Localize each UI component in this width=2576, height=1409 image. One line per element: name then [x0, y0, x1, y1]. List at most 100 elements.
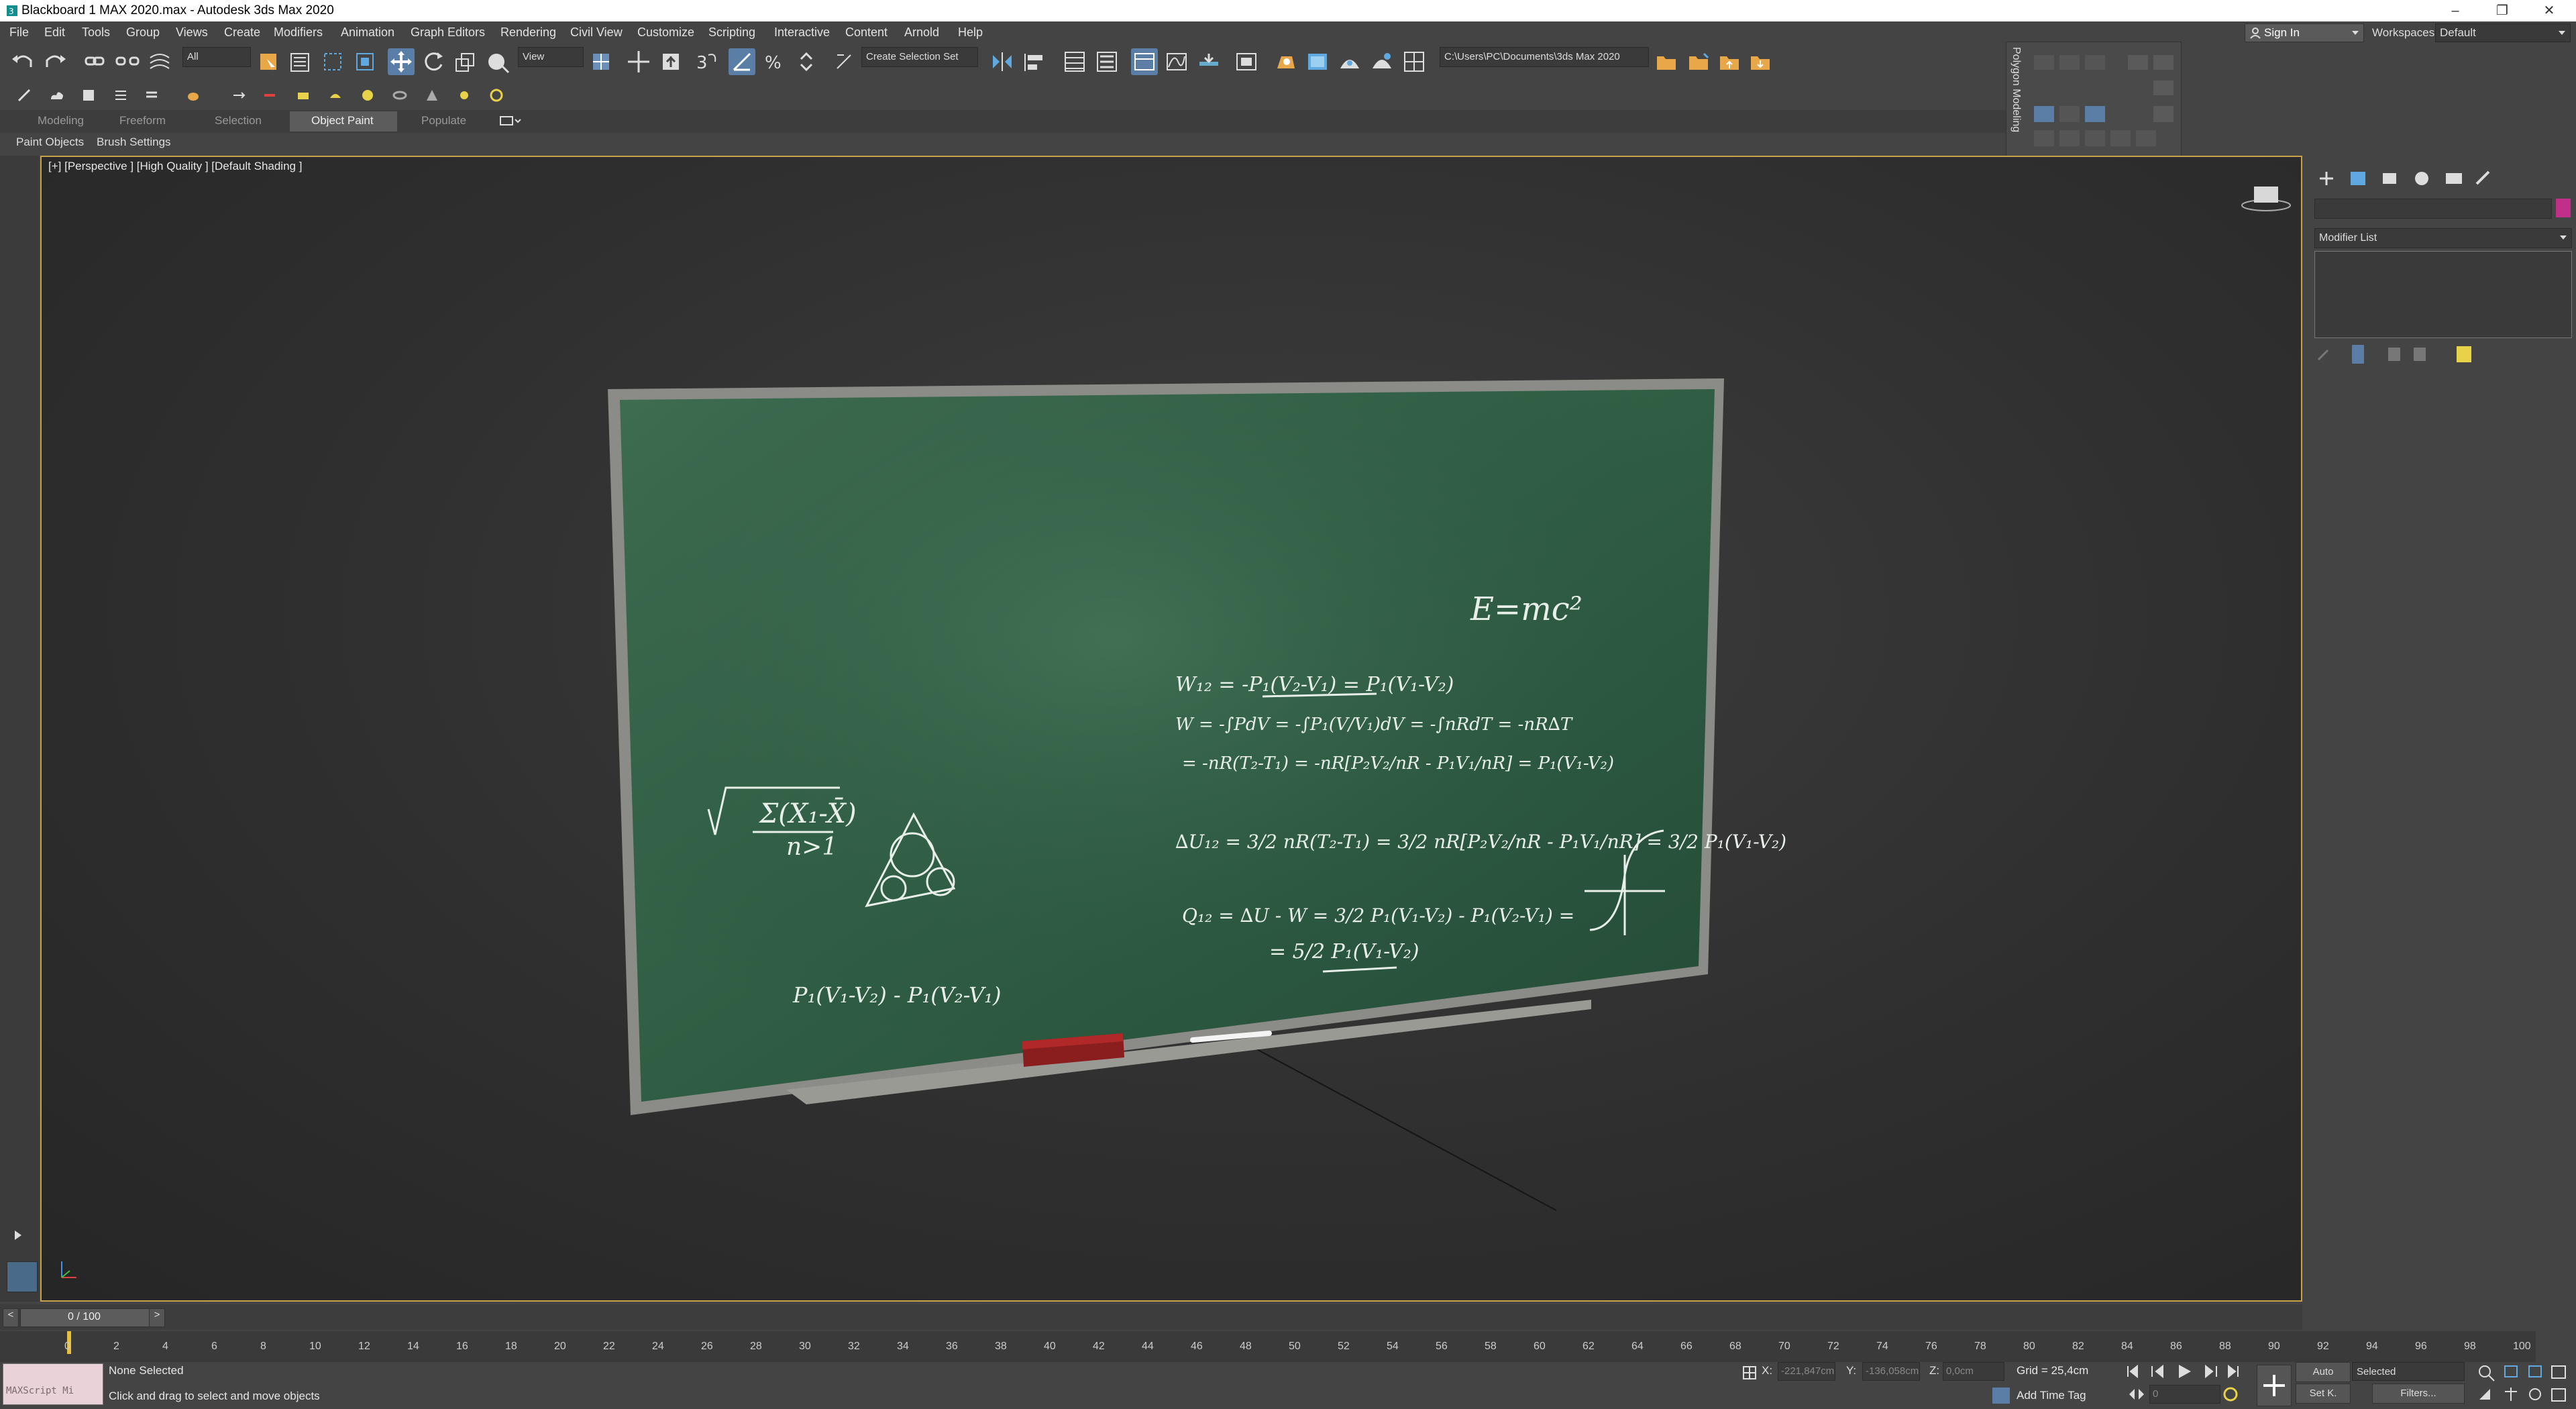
- toggle-ribbon-icon[interactable]: [1131, 48, 1158, 75]
- select-and-place-icon[interactable]: [484, 48, 511, 75]
- object-name-field[interactable]: [2314, 199, 2552, 219]
- save-icon[interactable]: [80, 87, 97, 103]
- render-frame-arnold-icon[interactable]: [1401, 48, 1428, 75]
- align-icon[interactable]: [1021, 48, 1048, 75]
- menu-graph-editors[interactable]: Graph Editors: [411, 25, 485, 40]
- select-and-move-icon[interactable]: [388, 48, 415, 75]
- bind-space-warp-icon[interactable]: [146, 48, 173, 75]
- time-slider[interactable]: [0, 1304, 2302, 1330]
- playback-controls[interactable]: [2124, 1362, 2245, 1381]
- absolute-mode-icon[interactable]: [1741, 1365, 1758, 1381]
- y-field[interactable]: -136,058cm: [1862, 1362, 1920, 1381]
- tab-selection[interactable]: Selection: [215, 114, 262, 127]
- perspective-viewport[interactable]: E=mc² W₁₂ = -P₁(V₂-V₁) = P₁(V₁-V₂) W = -…: [40, 156, 2302, 1302]
- folder-set-icon[interactable]: [1685, 48, 1712, 75]
- tab-object-paint[interactable]: Object Paint: [311, 114, 374, 127]
- track-bar[interactable]: [0, 1331, 2536, 1362]
- ribbon-options-icon[interactable]: [499, 114, 523, 127]
- cone-icon[interactable]: [424, 87, 440, 103]
- select-object-icon[interactable]: [255, 48, 282, 75]
- reference-coord-dropdown[interactable]: View: [518, 47, 584, 67]
- panel-paint-objects[interactable]: Paint Objects: [16, 136, 84, 149]
- menu-views[interactable]: Views: [176, 25, 208, 40]
- layers-icon[interactable]: [144, 87, 160, 103]
- panel-brush-settings[interactable]: Brush Settings: [97, 136, 171, 149]
- snaps-toggle-icon[interactable]: 3: [694, 48, 720, 75]
- menu-group[interactable]: Group: [126, 25, 160, 40]
- time-config-icon[interactable]: [2222, 1385, 2239, 1404]
- tab-populate[interactable]: Populate: [421, 114, 466, 127]
- sphere-icon[interactable]: [360, 87, 376, 103]
- teapot-icon[interactable]: [185, 87, 201, 103]
- spinner-snap-icon[interactable]: [793, 48, 820, 75]
- unlink-icon[interactable]: [114, 48, 141, 75]
- mirror-icon[interactable]: [989, 48, 1016, 75]
- auto-key-button[interactable]: Auto: [2296, 1362, 2351, 1382]
- maxscript-listener[interactable]: MAXScript Mi: [3, 1363, 103, 1405]
- menu-file[interactable]: File: [9, 25, 29, 40]
- workspace-dropdown[interactable]: Default: [2435, 23, 2571, 42]
- angle-snap-icon[interactable]: [729, 48, 755, 75]
- select-and-rotate-icon[interactable]: [420, 48, 447, 75]
- select-and-scale-icon[interactable]: [452, 48, 479, 75]
- x-field[interactable]: -221,847cm: [1778, 1362, 1835, 1381]
- modifier-stack[interactable]: [2314, 251, 2572, 338]
- modifier-stack-controls[interactable]: [2313, 342, 2474, 366]
- render-iterative-icon[interactable]: [1368, 48, 1395, 75]
- restore-button[interactable]: ❐: [2482, 0, 2522, 21]
- set-key-button[interactable]: [2257, 1365, 2292, 1406]
- window-crossing-icon[interactable]: [352, 48, 378, 75]
- key-filters-button[interactable]: Filters...: [2372, 1384, 2465, 1404]
- set-key-mode-button[interactable]: Set K.: [2296, 1384, 2351, 1404]
- menu-animation[interactable]: Animation: [341, 25, 394, 40]
- red-tool-icon[interactable]: [262, 87, 278, 103]
- z-field[interactable]: 0,0cm: [1943, 1362, 2004, 1381]
- modifier-list-dropdown[interactable]: Modifier List: [2314, 228, 2572, 248]
- plane-icon[interactable]: [295, 87, 311, 103]
- menu-modifiers[interactable]: Modifiers: [274, 25, 323, 40]
- sun-icon[interactable]: [456, 87, 472, 103]
- menu-tools[interactable]: Tools: [82, 25, 110, 40]
- pivot-center-icon[interactable]: [588, 48, 614, 75]
- close-button[interactable]: ✕: [2529, 0, 2569, 21]
- material-editor-icon[interactable]: [1233, 48, 1260, 75]
- object-color-swatch[interactable]: [2556, 199, 2571, 217]
- box-icon[interactable]: [327, 87, 343, 103]
- named-selection-set-dropdown[interactable]: Create Selection Set: [861, 47, 978, 67]
- render-setup-icon[interactable]: [1272, 48, 1299, 75]
- time-slider-thumb[interactable]: 0 / 100: [20, 1308, 156, 1327]
- folder-down-icon[interactable]: [1747, 48, 1774, 75]
- menu-create[interactable]: Create: [224, 25, 260, 40]
- menu-customize[interactable]: Customize: [637, 25, 694, 40]
- select-by-name-icon[interactable]: [287, 48, 314, 75]
- list-icon[interactable]: [113, 87, 129, 103]
- layer-explorer-icon[interactable]: [1093, 48, 1120, 75]
- schematic-view-icon[interactable]: [1195, 48, 1222, 75]
- redo-icon[interactable]: [42, 48, 68, 75]
- edit-named-selection-icon[interactable]: [830, 48, 857, 75]
- time-prev-button[interactable]: <: [3, 1308, 19, 1327]
- time-next-button[interactable]: >: [149, 1308, 165, 1327]
- keyboard-shortcut-override-icon[interactable]: [657, 48, 684, 75]
- render-production-icon[interactable]: [1336, 48, 1363, 75]
- project-folder-dropdown[interactable]: C:\Users\PC\Documents\3ds Max 2020: [1440, 47, 1649, 67]
- tab-freeform[interactable]: Freeform: [119, 114, 166, 127]
- arrows-icon[interactable]: [231, 87, 247, 103]
- command-panel-tabs[interactable]: [2313, 165, 2514, 192]
- menu-edit[interactable]: Edit: [44, 25, 65, 40]
- selection-filter-dropdown[interactable]: All: [182, 47, 251, 67]
- expand-panel-icon[interactable]: [9, 1227, 27, 1244]
- menu-scripting[interactable]: Scripting: [708, 25, 755, 40]
- rendered-frame-window-icon[interactable]: [1304, 48, 1331, 75]
- light-icon[interactable]: [488, 87, 504, 103]
- rectangular-selection-icon[interactable]: [319, 48, 346, 75]
- undo-icon[interactable]: [9, 48, 36, 75]
- cloud-icon[interactable]: [48, 87, 64, 103]
- percent-snap-icon[interactable]: %: [761, 48, 788, 75]
- viewport-label[interactable]: [+] [Perspective ] [High Quality ] [Defa…: [48, 160, 302, 173]
- viewcube-icon[interactable]: [2239, 180, 2293, 213]
- link-icon[interactable]: [82, 48, 109, 75]
- current-frame-field[interactable]: 0: [2149, 1385, 2220, 1404]
- tab-modeling[interactable]: Modeling: [38, 114, 84, 127]
- project-folder-icon[interactable]: [1653, 48, 1680, 75]
